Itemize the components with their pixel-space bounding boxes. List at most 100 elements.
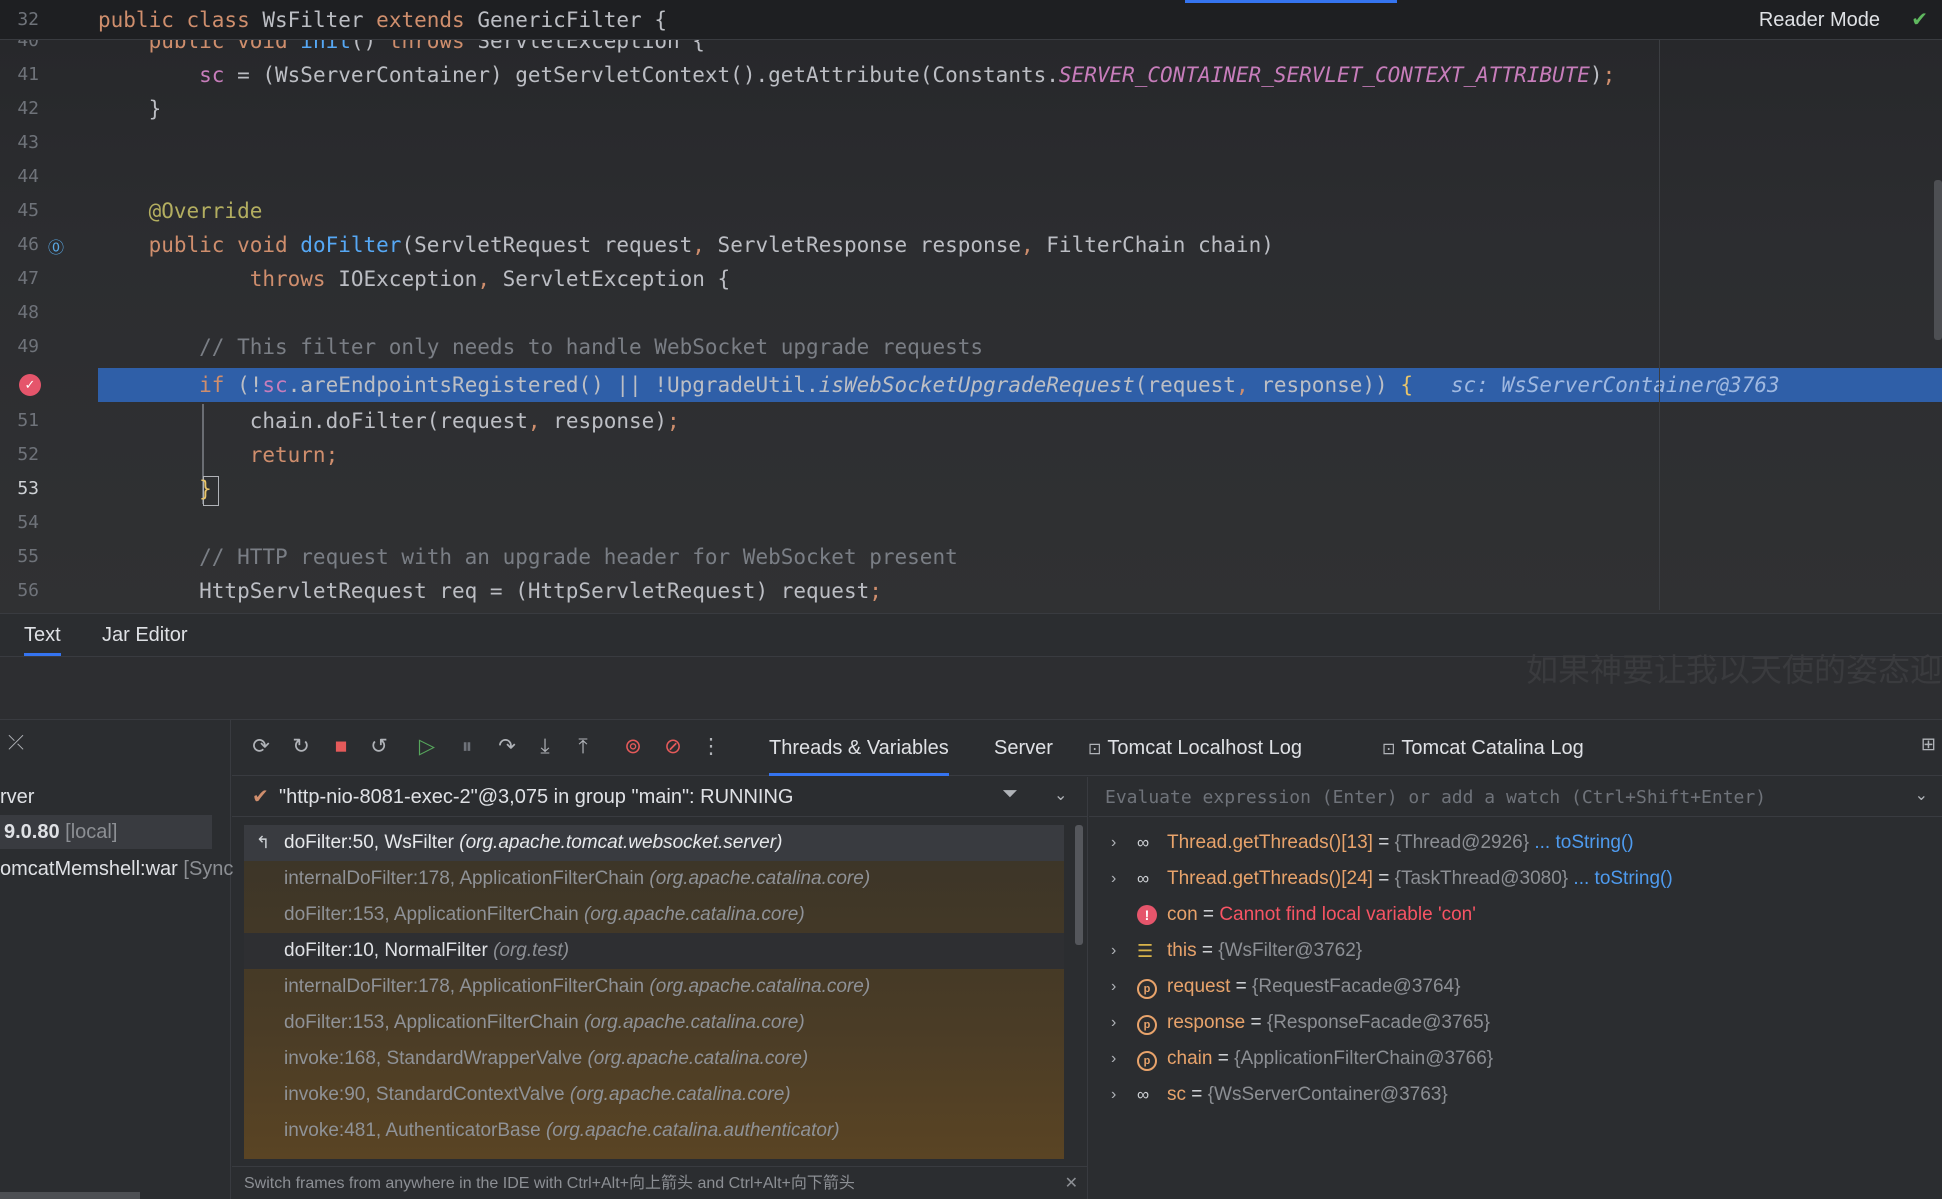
inline-value-hint: sc: WsServerContainer@3763 bbox=[1450, 373, 1780, 397]
chevron-down-icon[interactable]: ⌄ bbox=[1915, 785, 1928, 805]
services-scrollbar[interactable] bbox=[0, 1192, 140, 1199]
override-method-icon[interactable]: ⓪ bbox=[48, 234, 64, 258]
this-object-icon: ☰ bbox=[1137, 941, 1154, 961]
debug-toolbar: ⟳ ↻ ■ ↺ ▷ ⏸ ↷ ⤓ ⤒ ⊚ ⊘ ⋮ Threads & Variab… bbox=[232, 720, 1942, 776]
tab-server[interactable]: Server bbox=[994, 720, 1053, 776]
variable-row[interactable]: › p chain = {ApplicationFilterChain@3766… bbox=[1089, 1041, 1942, 1077]
mute-breakpoints-icon[interactable]: ⊘ bbox=[658, 732, 688, 762]
tab-text[interactable]: Text bbox=[24, 614, 61, 656]
parameter-icon: p bbox=[1137, 1051, 1157, 1071]
console-icon: ⊡ bbox=[1382, 741, 1396, 758]
tab-tomcat-localhost-log[interactable]: ⊡ Tomcat Localhost Log bbox=[1088, 720, 1302, 776]
layout-icon[interactable]: ⊞ bbox=[1921, 734, 1936, 755]
expand-icon[interactable]: › bbox=[1111, 933, 1116, 969]
collapse-icon[interactable]: ⤫ bbox=[8, 732, 24, 755]
code-line: sc = (WsServerContainer) getServletConte… bbox=[199, 63, 1616, 87]
step-out-icon[interactable]: ⤒ bbox=[568, 732, 598, 762]
progress-indicator bbox=[1185, 0, 1397, 3]
code-line: } bbox=[98, 97, 162, 121]
variable-row[interactable]: › p response = {ResponseFacade@3765} bbox=[1089, 1005, 1942, 1041]
frame-item[interactable]: invoke:481, AuthenticatorBase (org.apach… bbox=[244, 1113, 1064, 1149]
code-line: // This filter only needs to handle WebS… bbox=[98, 335, 984, 359]
parameter-icon: p bbox=[1137, 1015, 1157, 1035]
execution-line: if (!sc.areEndpointsRegistered() || !Upg… bbox=[98, 368, 1942, 402]
console-icon: ⊡ bbox=[1088, 741, 1102, 758]
line-number: 54 bbox=[17, 512, 39, 533]
expand-icon[interactable]: › bbox=[1111, 1077, 1116, 1113]
frame-item[interactable]: invoke:90, StandardContextValve (org.apa… bbox=[244, 1077, 1064, 1113]
line-number: 41 bbox=[17, 64, 39, 85]
frame-list: ↰ doFilter:50, WsFilter (org.apache.tomca… bbox=[244, 825, 1064, 1159]
frame-item[interactable]: internalDoFilter:178, ApplicationFilterC… bbox=[244, 861, 1064, 897]
expand-icon[interactable]: › bbox=[1111, 1041, 1116, 1077]
evaluate-bar: ⌄ bbox=[1089, 777, 1942, 817]
line-number: 55 bbox=[17, 546, 39, 567]
frame-item[interactable]: invoke:168, StandardWrapperValve (org.ap… bbox=[244, 1041, 1064, 1077]
line-number: 47 bbox=[17, 268, 39, 289]
frames-scrollbar[interactable] bbox=[1075, 825, 1083, 945]
filter-icon[interactable]: ⏷ bbox=[1002, 783, 1018, 806]
frame-item[interactable]: ↰ doFilter:50, WsFilter (org.apache.tomca… bbox=[244, 825, 1064, 861]
service-server-node[interactable]: rver bbox=[0, 780, 34, 814]
error-icon: ! bbox=[1137, 905, 1157, 925]
breakpoint-icon[interactable]: ✓ bbox=[19, 374, 41, 396]
variable-row[interactable]: › ∞ sc = {WsServerContainer@3763} bbox=[1089, 1077, 1942, 1113]
code-line: return; bbox=[249, 443, 339, 467]
variable-row[interactable]: › ∞ Thread.getThreads()[13] = {Thread@29… bbox=[1089, 825, 1942, 861]
tab-tomcat-catalina-log[interactable]: ⊡ Tomcat Catalina Log bbox=[1382, 720, 1584, 776]
line-number: 51 bbox=[17, 410, 39, 431]
resume-icon[interactable]: ▷ bbox=[412, 732, 442, 762]
frame-item[interactable]: doFilter:153, ApplicationFilterChain (or… bbox=[244, 1005, 1064, 1041]
restart-icon[interactable]: ↻ bbox=[286, 732, 316, 762]
frame-item[interactable]: doFilter:153, ApplicationFilterChain (or… bbox=[244, 897, 1064, 933]
service-artifact-node[interactable]: omcatMemshell:war [Sync bbox=[0, 852, 233, 886]
frame-item[interactable]: doFilter:10, NormalFilter (org.test) bbox=[244, 933, 1064, 969]
line-number: 43 bbox=[17, 132, 39, 153]
watch-icon: ∞ bbox=[1137, 833, 1150, 852]
rerun-icon[interactable]: ⟳ bbox=[246, 732, 276, 762]
code-line: HttpServletRequest req = (HttpServletReq… bbox=[98, 579, 882, 603]
line-number: 48 bbox=[17, 302, 39, 323]
expand-icon[interactable]: › bbox=[1111, 1005, 1116, 1041]
more-icon[interactable]: ⋮ bbox=[696, 732, 726, 762]
chevron-down-icon[interactable]: ⌄ bbox=[1054, 785, 1067, 805]
close-icon[interactable]: ✕ bbox=[1065, 1167, 1078, 1199]
variable-row[interactable]: › p request = {RequestFacade@3764} bbox=[1089, 969, 1942, 1005]
expand-icon[interactable]: › bbox=[1111, 825, 1116, 861]
reload-icon[interactable]: ↺ bbox=[364, 732, 394, 762]
code-editor[interactable]: 32 public class WsFilter extends Generic… bbox=[0, 0, 1942, 613]
line-number: 56 bbox=[17, 580, 39, 601]
step-into-icon[interactable]: ⤓ bbox=[530, 732, 560, 762]
to-string-link[interactable]: ... toString() bbox=[1573, 868, 1672, 889]
tab-jar-editor[interactable]: Jar Editor bbox=[102, 614, 188, 656]
background-watermark: 如果神要让我以天使的姿态迎 bbox=[1525, 651, 1942, 689]
sticky-header[interactable]: 32 public class WsFilter extends Generic… bbox=[0, 0, 1942, 40]
thread-selector[interactable]: ✔ "http-nio-8081-exec-2"@3,075 in group … bbox=[232, 777, 1088, 817]
line-number: 49 bbox=[17, 336, 39, 357]
line-number: 53 bbox=[17, 478, 39, 499]
frames-panel: ✔ "http-nio-8081-exec-2"@3,075 in group … bbox=[232, 777, 1088, 1199]
expand-icon[interactable]: › bbox=[1111, 969, 1116, 1005]
reader-mode-button[interactable]: Reader Mode bbox=[1759, 9, 1880, 32]
step-over-icon[interactable]: ↷ bbox=[492, 732, 522, 762]
evaluate-expression-input[interactable] bbox=[1105, 783, 1865, 811]
frame-item[interactable]: internalDoFilter:178, ApplicationFilterC… bbox=[244, 969, 1064, 1005]
stop-icon[interactable]: ■ bbox=[326, 732, 356, 762]
to-string-link[interactable]: ... toString() bbox=[1534, 832, 1633, 853]
code-line: throws IOException, ServletException { bbox=[249, 267, 731, 291]
field-watch-icon: ∞ bbox=[1137, 1085, 1150, 1104]
variable-row[interactable]: ! con = Cannot find local variable 'con' bbox=[1089, 897, 1942, 933]
pause-icon[interactable]: ⏸ bbox=[452, 732, 482, 762]
service-tomcat-node[interactable]: 9.0.80 [local] bbox=[0, 815, 212, 849]
code-line: @Override bbox=[148, 199, 263, 223]
code-line: chain.doFilter(request, response); bbox=[98, 409, 680, 433]
expand-icon[interactable]: › bbox=[1111, 861, 1116, 897]
view-breakpoints-icon[interactable]: ⊚ bbox=[618, 732, 648, 762]
line-number: 42 bbox=[17, 98, 39, 119]
variable-row[interactable]: › ☰ this = {WsFilter@3762} bbox=[1089, 933, 1942, 969]
tab-threads-variables[interactable]: Threads & Variables bbox=[769, 720, 949, 776]
variable-row[interactable]: › ∞ Thread.getThreads()[24] = {TaskThrea… bbox=[1089, 861, 1942, 897]
code-line: public void doFilter(ServletRequest requ… bbox=[148, 233, 1274, 257]
line-number: 52 bbox=[17, 444, 39, 465]
editor-scrollbar[interactable] bbox=[1934, 180, 1942, 340]
